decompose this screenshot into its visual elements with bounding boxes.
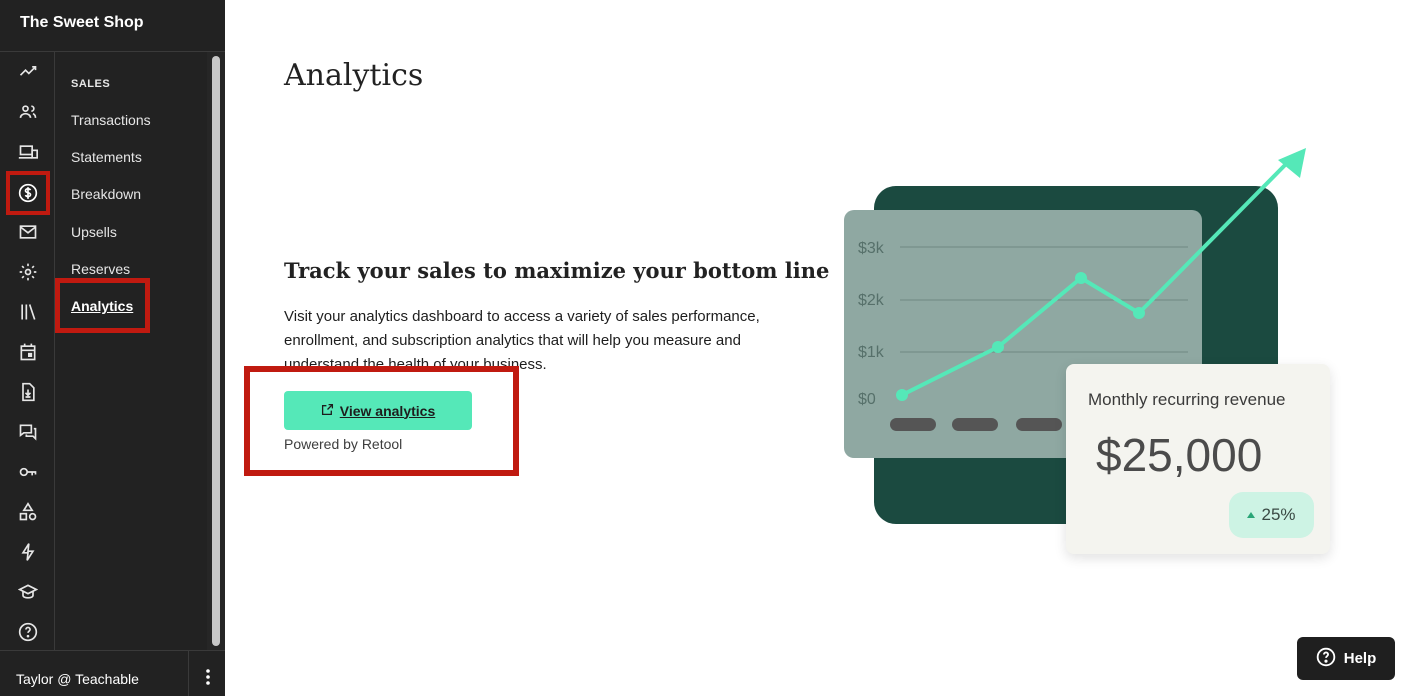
users-icon[interactable] [11,95,45,129]
y-tick-0: $0 [858,391,876,408]
calendar-icon[interactable] [11,335,45,369]
graduation-cap-icon[interactable] [11,575,45,609]
mrr-card: Monthly recurring revenue $25,000 25% [1066,364,1330,554]
lightning-icon[interactable] [11,535,45,569]
library-icon[interactable] [11,295,45,329]
legend-pill-2 [952,418,998,431]
nav-item-reserves[interactable]: Reserves [71,261,130,277]
up-triangle-icon [1247,512,1256,518]
mrr-value: $25,000 [1096,429,1263,481]
help-icon [1316,647,1336,671]
brand-name[interactable]: The Sweet Shop [0,0,225,52]
dollar-icon[interactable] [6,171,50,215]
sales-submenu: SALES Transactions Statements Breakdown … [55,52,207,650]
view-analytics-button[interactable]: View analytics [284,391,472,430]
sidebar-scrollbar[interactable] [207,52,225,650]
view-analytics-label: View analytics [339,402,436,419]
comments-icon[interactable] [11,415,45,449]
nav-item-transactions[interactable]: Transactions [71,112,151,128]
trend-arrowhead [1278,148,1306,178]
external-link-icon [321,403,334,419]
nav-item-breakdown[interactable]: Breakdown [71,186,141,202]
section-label-sales: SALES [71,78,111,90]
y-tick-1k: $1k [858,344,885,361]
analytics-illustration: $3k $2k $1k $0 Monthly recurring revenue… [830,140,1350,570]
nav-item-analytics[interactable]: Analytics [71,298,133,314]
mail-icon[interactable] [11,215,45,249]
change-value: 25% [1261,505,1296,524]
download-file-icon[interactable] [11,375,45,409]
gear-icon[interactable] [11,255,45,289]
help-button[interactable]: Help [1297,637,1395,680]
nav-item-upsells[interactable]: Upsells [71,224,117,240]
headline: Track your sales to maximize your bottom… [284,258,830,283]
nav-item-statements[interactable]: Statements [71,149,142,165]
user-bar: Taylor @ Teachable [0,650,225,696]
help-circle-icon[interactable] [11,615,45,649]
legend-pill-1 [890,418,936,431]
key-icon[interactable] [11,455,45,489]
sidebar: The Sweet Shop SALES Transactions Statem… [0,0,225,696]
devices-icon[interactable] [11,135,45,169]
icon-rail [0,52,55,650]
powered-by-text: Powered by Retool [284,436,403,452]
y-tick-3k: $3k [858,240,885,257]
trend-line-icon[interactable] [11,54,45,88]
shapes-icon[interactable] [11,495,45,529]
user-bar-divider [188,651,189,696]
y-tick-2k: $2k [858,292,885,309]
change-badge: 25% [1229,492,1314,538]
help-label: Help [1343,650,1377,667]
user-name[interactable]: Taylor @ Teachable [16,671,139,687]
more-options-icon[interactable] [198,667,218,687]
mrr-label: Monthly recurring revenue [1088,390,1286,409]
legend-pill-3 [1016,418,1062,431]
scrollbar-thumb[interactable] [212,56,220,646]
page-title: Analytics [284,58,424,93]
